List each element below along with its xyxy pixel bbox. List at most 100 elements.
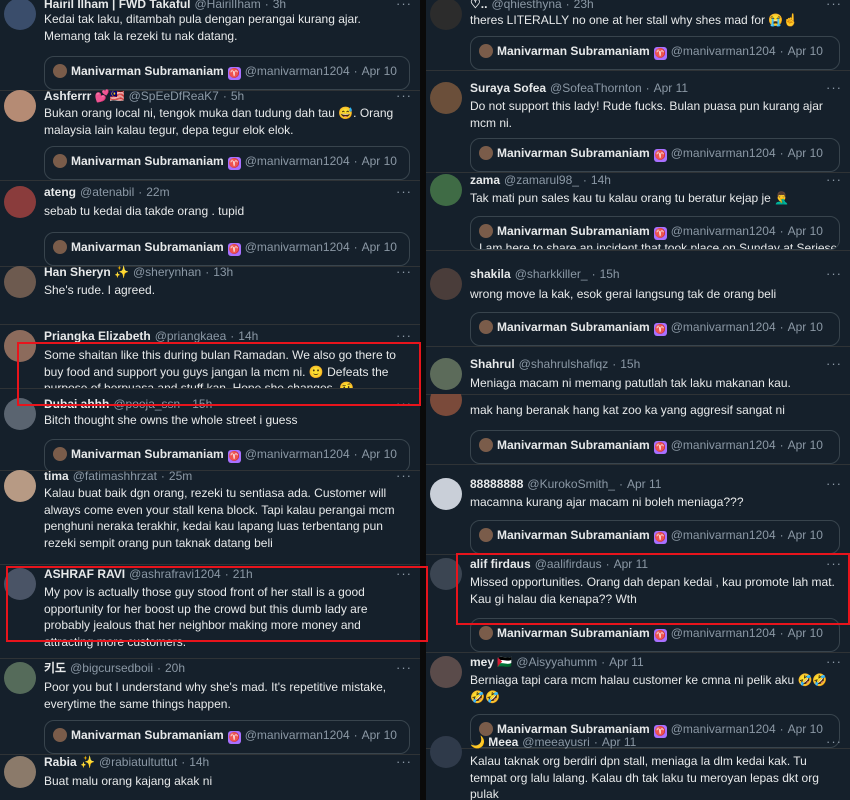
- timestamp[interactable]: 15h: [600, 267, 620, 281]
- timestamp[interactable]: 20h: [165, 661, 185, 675]
- more-options-icon[interactable]: ···: [826, 654, 842, 669]
- avatar[interactable]: [4, 470, 36, 502]
- timestamp[interactable]: 15h: [620, 357, 640, 371]
- display-name[interactable]: 키도: [44, 661, 66, 675]
- avatar[interactable]: [4, 186, 36, 218]
- avatar[interactable]: [430, 174, 462, 206]
- timestamp[interactable]: 25m: [169, 469, 192, 483]
- quoted-tweet[interactable]: Manivarman Subramaniam ♈ @manivarman1204 · A…: [44, 232, 410, 266]
- more-options-icon[interactable]: ···: [396, 468, 412, 483]
- avatar[interactable]: [4, 756, 36, 788]
- handle[interactable]: @KurokoSmith_: [527, 477, 615, 491]
- display-name[interactable]: 🌙 Meea: [470, 735, 518, 749]
- handle[interactable]: @HairilIham: [195, 0, 261, 11]
- display-name[interactable]: Rabia ✨: [44, 755, 95, 769]
- avatar[interactable]: [430, 82, 462, 114]
- display-name[interactable]: ateng: [44, 185, 76, 199]
- quoted-tweet[interactable]: Manivarman Subramaniam ♈ @manivarman1204 · A…: [470, 312, 840, 346]
- more-options-icon[interactable]: ···: [826, 266, 842, 281]
- tweet[interactable]: Shahrul @shahrulshafiqz · 15h ··· Meniaga mac…: [426, 356, 850, 395]
- tweet[interactable]: ateng @atenabil · 22m ··· sebab tu kedai dia …: [0, 184, 420, 267]
- handle[interactable]: @zamarul98_: [504, 173, 579, 187]
- more-options-icon[interactable]: ···: [396, 0, 412, 11]
- timestamp[interactable]: 3h: [273, 0, 286, 11]
- more-options-icon[interactable]: ···: [826, 476, 842, 491]
- more-options-icon[interactable]: ···: [826, 0, 842, 11]
- tweet[interactable]: Rabia ✨ @rabiatultuttut · 14h ··· Buat malu o…: [0, 754, 420, 800]
- handle[interactable]: @meeayusri: [522, 735, 590, 749]
- handle[interactable]: @rabiatultuttut: [99, 755, 177, 769]
- tweet[interactable]: Hairil Ilham | FWD Takaful @HairilIham · 3h…: [0, 0, 420, 91]
- display-name[interactable]: 88888888: [470, 477, 523, 491]
- display-name[interactable]: Han Sheryn ✨: [44, 265, 129, 279]
- timestamp[interactable]: 14h: [189, 755, 209, 769]
- handle[interactable]: @SofeaThornton: [550, 81, 642, 95]
- timestamp[interactable]: Apr 11: [654, 81, 688, 95]
- tweet[interactable]: 🌙 Meea @meeayusri · Apr 11 ··· Kalau taknak o…: [426, 734, 850, 800]
- timestamp[interactable]: 22m: [146, 185, 169, 199]
- tweet[interactable]: Dubai ahhh @pooja_ssn · 15h ··· Bitch thought…: [0, 396, 420, 471]
- avatar[interactable]: [4, 662, 36, 694]
- display-name[interactable]: zama: [470, 173, 500, 187]
- quoted-tweet[interactable]: Manivarman Subramaniam ♈ @manivarman1204 · A…: [44, 56, 410, 90]
- timestamp[interactable]: 14h: [238, 329, 258, 343]
- timestamp[interactable]: 14h: [591, 173, 611, 187]
- more-options-icon[interactable]: ···: [826, 734, 842, 749]
- display-name[interactable]: Suraya Sofea: [470, 81, 546, 95]
- tweet[interactable]: tima @fatimashhrzat · 25m ··· Kalau buat baik…: [0, 468, 420, 565]
- handle[interactable]: @atenabil: [80, 185, 134, 199]
- display-name[interactable]: ♡..: [470, 0, 487, 11]
- avatar[interactable]: [4, 266, 36, 298]
- timestamp[interactable]: Apr 11: [627, 477, 661, 491]
- handle[interactable]: @priangkaea: [155, 329, 227, 343]
- display-name[interactable]: Shahrul: [470, 357, 515, 371]
- tweet[interactable]: Suraya Sofea @SofeaThornton · Apr 11 ··· Do n…: [426, 80, 850, 173]
- more-options-icon[interactable]: ···: [396, 88, 412, 103]
- tweet[interactable]: Han Sheryn ✨ @sherynhan · 13h ··· She's rude.…: [0, 264, 420, 325]
- more-options-icon[interactable]: ···: [396, 264, 412, 279]
- timestamp[interactable]: Apr 11: [609, 655, 643, 669]
- quoted-tweet[interactable]: Manivarman Subramaniam ♈ @manivarman1204 · A…: [44, 439, 410, 470]
- handle[interactable]: @sharkkiller_: [515, 267, 588, 281]
- avatar[interactable]: [430, 0, 462, 30]
- display-name[interactable]: shakila: [470, 267, 511, 281]
- handle[interactable]: @Aisyyahumm: [516, 655, 597, 669]
- display-name[interactable]: Priangka Elizabeth: [44, 329, 151, 343]
- quoted-tweet[interactable]: Manivarman Subramaniam ♈ @manivarman1204 · A…: [470, 36, 840, 70]
- handle[interactable]: @fatimashhrzat: [73, 469, 157, 483]
- tweet[interactable]: 키도 @bigcursedboii · 20h ··· Poor you but I un…: [0, 660, 420, 755]
- quoted-tweet[interactable]: Manivarman Subramaniam ♈ @manivarman1204 · A…: [470, 430, 840, 464]
- avatar[interactable]: [430, 268, 462, 300]
- avatar[interactable]: [430, 394, 462, 416]
- handle[interactable]: @bigcursedboii: [70, 661, 153, 675]
- more-options-icon[interactable]: ···: [396, 184, 412, 199]
- timestamp[interactable]: 13h: [213, 265, 233, 279]
- tweet[interactable]: shakila @sharkkiller_ · 15h ··· wrong move la…: [426, 266, 850, 347]
- quoted-tweet[interactable]: Manivarman Subramaniam ♈ @manivarman1204 · A…: [470, 520, 840, 554]
- avatar[interactable]: [430, 736, 462, 768]
- avatar[interactable]: [430, 478, 462, 510]
- avatar[interactable]: [4, 90, 36, 122]
- avatar[interactable]: [430, 358, 462, 390]
- timestamp[interactable]: 5h: [231, 89, 244, 103]
- handle[interactable]: @SpEeDfReaK7: [129, 89, 219, 103]
- quoted-tweet[interactable]: Manivarman Subramaniam ♈ @manivarman1204 · A…: [44, 146, 410, 180]
- handle[interactable]: @shahrulshafiqz: [519, 357, 609, 371]
- display-name[interactable]: Ashferrr 💕🇲🇾: [44, 89, 125, 103]
- more-options-icon[interactable]: ···: [396, 660, 412, 675]
- more-options-icon[interactable]: ···: [396, 754, 412, 769]
- tweet[interactable]: 88888888 @KurokoSmith_ · Apr 11 ··· macamna k…: [426, 476, 850, 555]
- tweet[interactable]: Ashferrr 💕🇲🇾 @SpEeDfReaK7 · 5h ··· Bukan oran…: [0, 88, 420, 181]
- handle[interactable]: @qhiesthyna: [491, 0, 561, 11]
- quoted-tweet[interactable]: Manivarman Subramaniam ♈ @manivarman1204 · A…: [470, 138, 840, 172]
- more-options-icon[interactable]: ···: [396, 328, 412, 343]
- display-name[interactable]: mey 🇵🇸: [470, 655, 512, 669]
- quoted-tweet[interactable]: Manivarman Subramaniam ♈ @manivarman1204 · A…: [44, 720, 410, 754]
- tweet[interactable]: mak hang beranak hang kat zoo ka yang ag…: [426, 394, 850, 465]
- timestamp[interactable]: Apr 11: [602, 735, 636, 749]
- more-options-icon[interactable]: ···: [826, 80, 842, 95]
- timestamp[interactable]: 23h: [574, 0, 594, 11]
- tweet[interactable]: ♡.. @qhiesthyna · 23h ··· theres LITERALLY no…: [426, 0, 850, 71]
- avatar[interactable]: [430, 656, 462, 688]
- tweet[interactable]: zama @zamarul98_ · 14h ··· Tak mati pun sales…: [426, 172, 850, 251]
